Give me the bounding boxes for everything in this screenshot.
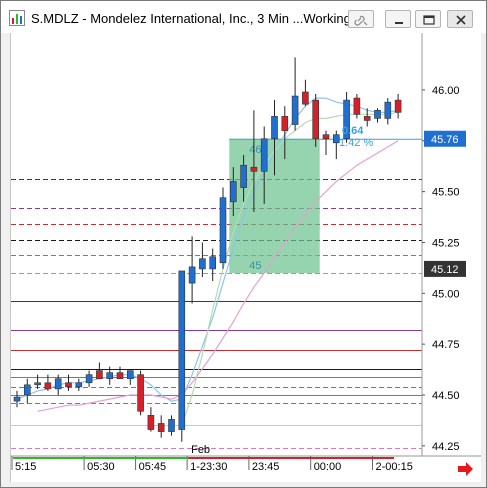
close-icon xyxy=(456,15,466,25)
price-badge-label: 45.76 xyxy=(431,134,459,146)
candle-up xyxy=(168,419,175,432)
candle-up xyxy=(260,138,268,172)
candle-up xyxy=(75,382,83,388)
time-tick-label: 05:45 xyxy=(139,461,167,473)
timeline-segment xyxy=(188,457,395,459)
candle-down xyxy=(322,134,330,140)
candle-down xyxy=(137,374,144,412)
price-tick-label: 44.50 xyxy=(432,390,460,402)
time-tick-label: 00:00 xyxy=(314,461,342,473)
candle-down xyxy=(302,91,309,105)
price-chart[interactable]: 4645 0.641.42 % 46.0045.7545.5045.2545.0… xyxy=(11,33,481,482)
candle-up xyxy=(13,396,21,402)
candle-up xyxy=(127,370,134,380)
moving-average-line xyxy=(37,140,399,412)
window-title: S.MDLZ - Mondelez International, Inc., 3… xyxy=(31,11,362,26)
price-tick-label: 44.25 xyxy=(432,441,460,453)
time-tick-label: 5:15 xyxy=(15,461,36,473)
link-button[interactable] xyxy=(348,10,374,28)
title-bar[interactable]: S.MDLZ - Mondelez International, Inc., 3… xyxy=(1,1,486,33)
price-tick-label: 44.75 xyxy=(432,339,460,351)
price-tick-label: 45.50 xyxy=(432,187,460,199)
candle-up xyxy=(85,374,93,384)
price-tick-label: 45.25 xyxy=(432,237,460,249)
scroll-right-arrow-icon[interactable] xyxy=(458,462,473,476)
restore-button[interactable] xyxy=(415,10,441,28)
candle-down xyxy=(116,372,124,380)
candle-down xyxy=(281,116,289,131)
restore-icon xyxy=(423,15,435,25)
candle-up xyxy=(291,95,299,125)
time-tick-label: 1-23:30 xyxy=(190,461,227,473)
candle-down xyxy=(157,423,165,432)
candle-down xyxy=(312,99,320,140)
price-tick-label: 45.00 xyxy=(432,288,460,300)
chart-window: S.MDLZ - Mondelez International, Inc., 3… xyxy=(0,0,487,488)
link-icon xyxy=(354,15,368,26)
candle-up xyxy=(209,256,216,270)
candle-up xyxy=(219,197,227,264)
candle-up xyxy=(384,101,392,119)
candle-up xyxy=(230,181,237,203)
candle-down xyxy=(147,415,155,430)
candle-up xyxy=(188,266,196,284)
candle-down xyxy=(250,166,258,172)
candle-up xyxy=(178,270,186,430)
price-axis: 46.0045.7545.5045.2545.0044.7544.5044.25… xyxy=(421,33,466,456)
price-badge-label: 45.12 xyxy=(431,264,459,276)
candle-down xyxy=(353,97,361,115)
time-tick-label: 23:45 xyxy=(252,461,280,473)
timeline-segment xyxy=(13,457,189,459)
measure-change-text: 0.64 xyxy=(342,125,364,137)
candle-down xyxy=(44,382,52,390)
measure-bottom-label: 45 xyxy=(249,260,261,272)
candle-up xyxy=(34,382,41,386)
minimize-icon xyxy=(395,22,403,24)
measure-top-label: 46 xyxy=(249,144,261,156)
measure-percent-text: 1.42 % xyxy=(339,137,373,149)
price-tick-label: 46.00 xyxy=(432,85,460,97)
candle-up xyxy=(240,164,247,188)
level-lines xyxy=(11,179,422,449)
candle-up xyxy=(106,372,113,380)
day-label: Feb xyxy=(191,444,210,456)
candle-up xyxy=(374,109,381,119)
measure-box[interactable]: 46 45 xyxy=(229,138,422,273)
candle-down xyxy=(65,382,72,388)
chart-app-icon xyxy=(9,10,25,26)
candle-up xyxy=(54,378,62,390)
candle-up xyxy=(271,116,278,140)
candle-up xyxy=(24,384,31,396)
candle-down xyxy=(394,99,402,113)
time-tick-label: 2-00:15 xyxy=(376,461,413,473)
time-tick-label: 05:30 xyxy=(87,461,115,473)
minimize-button[interactable] xyxy=(385,10,411,28)
chart-area[interactable]: 4645 0.641.42 % 46.0045.7545.5045.2545.0… xyxy=(10,33,481,482)
candle-up xyxy=(199,258,206,270)
candle-down xyxy=(96,370,103,380)
close-button[interactable] xyxy=(447,10,473,28)
candle-down xyxy=(363,116,371,121)
measure-labels: 0.641.42 % xyxy=(339,125,373,149)
